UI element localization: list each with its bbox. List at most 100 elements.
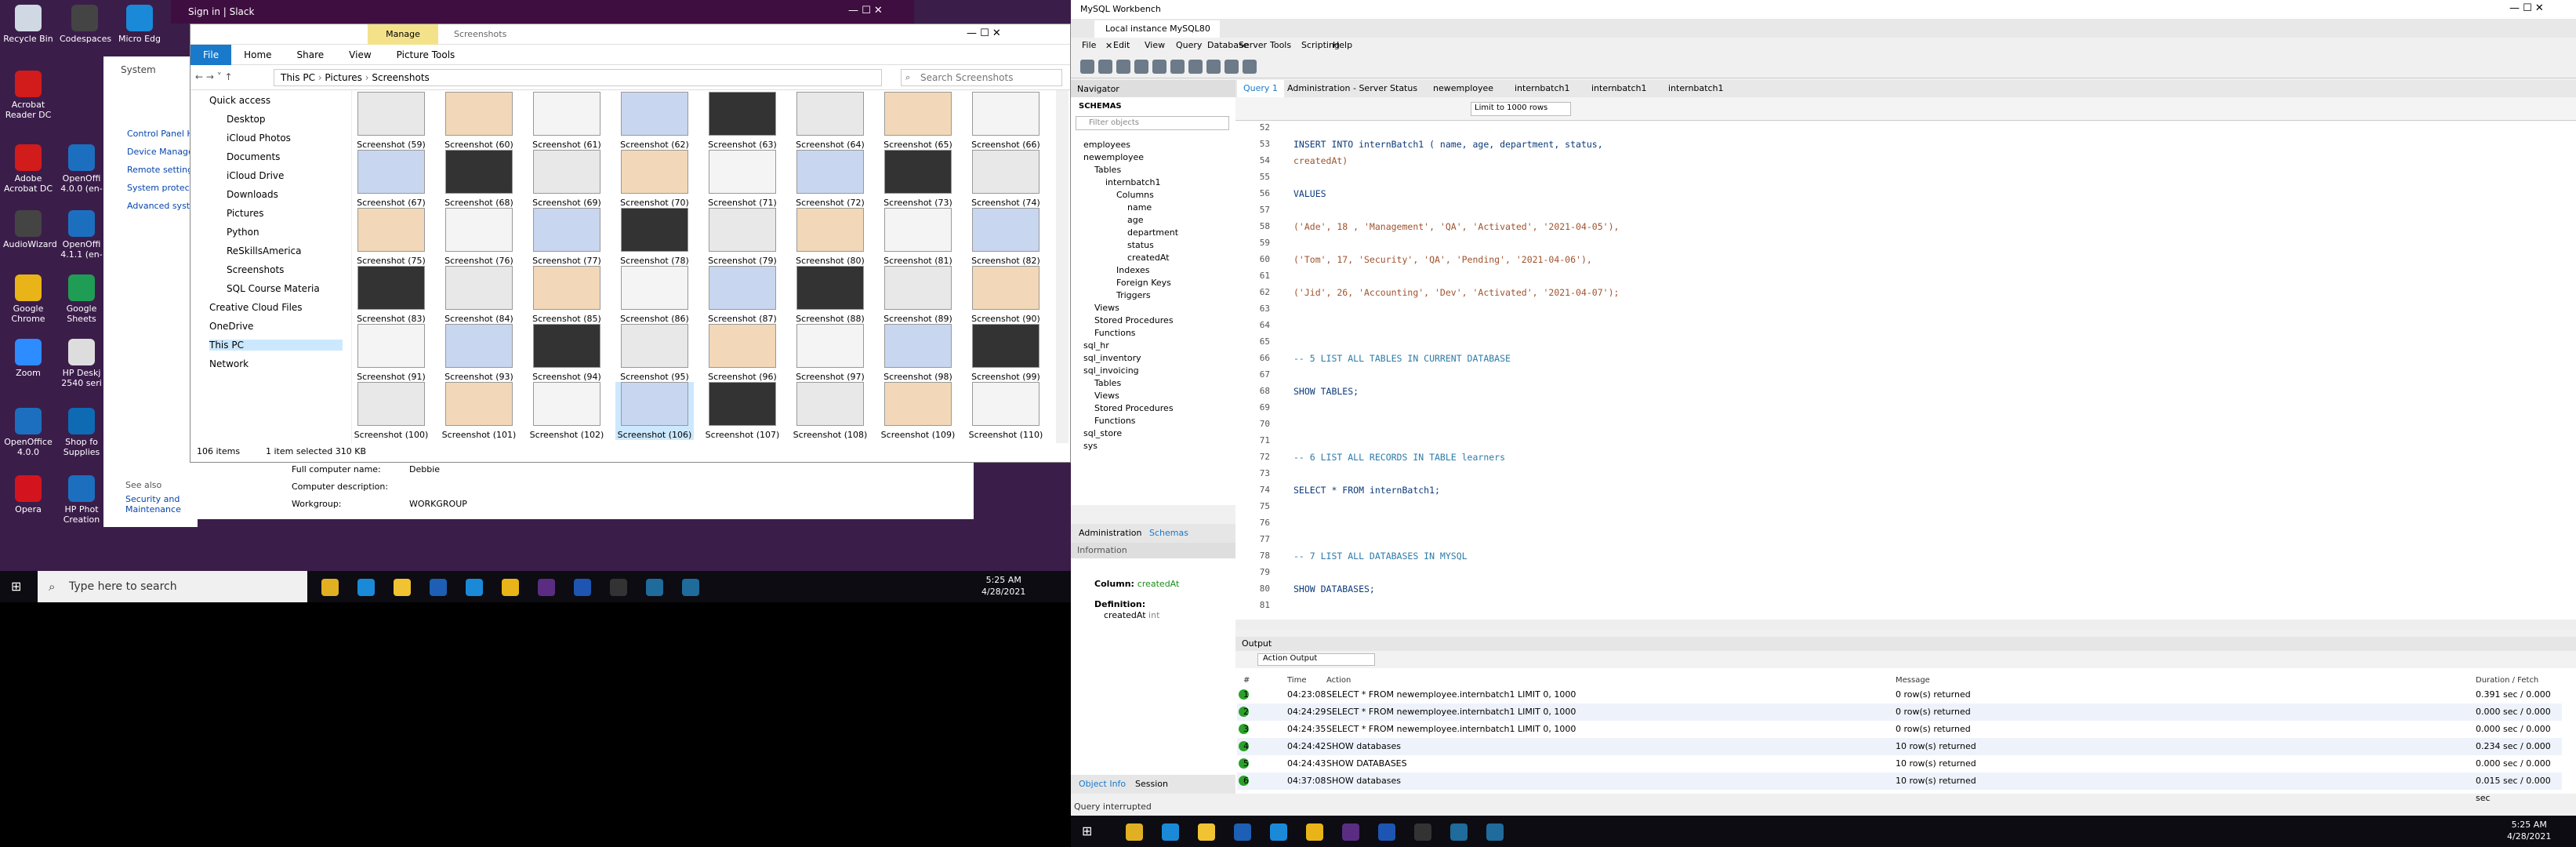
- thumbnail-item[interactable]: Screenshot (86): [615, 266, 694, 324]
- taskbar-app-icon[interactable]: [682, 579, 699, 596]
- thumbnail-item[interactable]: Screenshot (61): [528, 92, 606, 150]
- desktop-icon[interactable]: Acrobat Reader DC: [3, 71, 53, 120]
- thumbnail-item[interactable]: Screenshot (94): [528, 324, 606, 382]
- nav-item[interactable]: Documents: [227, 151, 280, 162]
- code-line[interactable]: ('Tom', 17, 'Security', 'QA', 'Pending',…: [1293, 254, 1592, 265]
- security-link[interactable]: Security and Maintenance: [125, 494, 198, 514]
- taskbar-app-icon[interactable]: [1162, 823, 1179, 841]
- thumbnail-item[interactable]: Screenshot (99): [967, 324, 1045, 382]
- code-line[interactable]: VALUES: [1293, 188, 1326, 199]
- query-tab[interactable]: Administration - Server Status: [1281, 80, 1424, 97]
- thumbnail-item[interactable]: Screenshot (78): [615, 208, 694, 266]
- thumbnail-item[interactable]: Screenshot (76): [440, 208, 518, 266]
- side-tab[interactable]: Schemas: [1149, 528, 1188, 538]
- toolbar-icon[interactable]: [1152, 60, 1166, 74]
- toolbar-icon[interactable]: [1116, 60, 1130, 74]
- nav-item[interactable]: ReSkillsAmerica: [227, 245, 302, 256]
- thumbnail-item[interactable]: Screenshot (63): [703, 92, 782, 150]
- schema-tree-item[interactable]: newemployee: [1083, 152, 1144, 162]
- thumbnail-item[interactable]: Screenshot (90): [967, 266, 1045, 324]
- schema-tree-item[interactable]: createdAt: [1127, 253, 1170, 263]
- taskbar-app-icon[interactable]: [1198, 823, 1215, 841]
- thumbnail-item[interactable]: Screenshot (81): [879, 208, 957, 266]
- thumbnail-item[interactable]: Screenshot (66): [967, 92, 1045, 150]
- output-row[interactable]: 3 04:24:35 SELECT * FROM newemployee.inter…: [1237, 721, 2562, 751]
- menu-server[interactable]: Server: [1239, 40, 1267, 50]
- schema-tree-item[interactable]: sql_hr: [1083, 340, 1109, 351]
- thumbnail-item[interactable]: Screenshot (101): [440, 382, 518, 440]
- menu-view[interactable]: View: [1145, 40, 1165, 50]
- address-bar[interactable]: This PC › Pictures › Screenshots: [274, 69, 882, 86]
- thumbnail-item[interactable]: Screenshot (102): [528, 382, 606, 440]
- taskbar-app-icon[interactable]: [1126, 823, 1143, 841]
- system-link[interactable]: Remote setting: [127, 165, 193, 175]
- nav-item[interactable]: Downloads: [227, 189, 278, 200]
- query-tab[interactable]: newemployee: [1427, 80, 1500, 97]
- clock-right[interactable]: 5:25 AM 4/28/2021: [2507, 819, 2551, 842]
- schema-tree-item[interactable]: status: [1127, 240, 1154, 250]
- nav-item[interactable]: SQL Course Materia: [227, 283, 320, 294]
- code-line[interactable]: ('Ade', 18 , 'Management', 'QA', 'Activa…: [1293, 221, 1619, 232]
- output-row[interactable]: 4 04:24:42 SHOW databases 10 row(s) returne…: [1237, 738, 2562, 769]
- code-line[interactable]: INSERT INTO internBatch1 ( name, age, de…: [1293, 139, 1603, 150]
- thumbnail-item[interactable]: Screenshot (60): [440, 92, 518, 150]
- desktop-icon[interactable]: Adobe Acrobat DC: [3, 144, 53, 194]
- schema-tree-item[interactable]: Functions: [1094, 328, 1136, 338]
- toolbar-icon[interactable]: [1170, 60, 1185, 74]
- desktop-icon[interactable]: OpenOffi 4.0.0 (en-: [56, 144, 107, 194]
- desktop-icon[interactable]: Shop fo Supplies: [56, 408, 107, 457]
- nav-item[interactable]: Pictures: [227, 208, 264, 219]
- breadcrumb-item[interactable]: This PC: [281, 72, 315, 83]
- taskbar-app-icon[interactable]: [646, 579, 663, 596]
- schema-tree-item[interactable]: employees: [1083, 140, 1130, 150]
- menu-help[interactable]: Help: [1333, 40, 1352, 50]
- thumbnail-item[interactable]: Screenshot (79): [703, 208, 782, 266]
- window-controls[interactable]: — ☐ ✕: [967, 27, 1001, 39]
- limit-select[interactable]: Limit to 1000 rows: [1471, 102, 1571, 116]
- schema-tree-item[interactable]: Columns: [1116, 190, 1154, 200]
- breadcrumb-item[interactable]: Pictures: [325, 72, 362, 83]
- nav-item[interactable]: This PC: [209, 340, 343, 351]
- system-link[interactable]: Advanced syst: [127, 201, 190, 211]
- taskbar-app-icon[interactable]: [1378, 823, 1395, 841]
- action-output-select[interactable]: Action Output: [1257, 653, 1375, 666]
- filter-input[interactable]: Filter objects: [1076, 116, 1229, 130]
- nav-item[interactable]: Quick access: [209, 95, 270, 106]
- menu-tools[interactable]: Tools: [1270, 40, 1291, 50]
- side-tab[interactable]: Administration: [1079, 528, 1142, 538]
- thumbnail-item[interactable]: Screenshot (95): [615, 324, 694, 382]
- system-link[interactable]: System protecti: [127, 183, 195, 193]
- toolbar-icon[interactable]: [1206, 60, 1221, 74]
- thumbnail-item[interactable]: Screenshot (98): [879, 324, 957, 382]
- schema-tree-item[interactable]: Tables: [1094, 378, 1121, 388]
- desktop-icon[interactable]: Google Sheets: [56, 274, 107, 324]
- ribbon-tab-file[interactable]: File: [190, 45, 232, 65]
- thumbnail-item[interactable]: Screenshot (72): [791, 150, 869, 208]
- menu-edit[interactable]: Edit: [1113, 40, 1130, 50]
- sql-editor[interactable]: [1235, 121, 2576, 620]
- code-line[interactable]: -- 6 LIST ALL RECORDS IN TABLE learners: [1293, 452, 1505, 463]
- search-input[interactable]: Search Screenshots: [901, 69, 1062, 86]
- thumbnail-item[interactable]: Screenshot (65): [879, 92, 957, 150]
- schema-tree-item[interactable]: Views: [1094, 391, 1119, 401]
- nav-item[interactable]: Desktop: [227, 114, 266, 125]
- schema-tree-item[interactable]: internbatch1: [1105, 177, 1160, 187]
- thumbnail-item[interactable]: Screenshot (91): [352, 324, 430, 382]
- schema-tree-item[interactable]: Stored Procedures: [1094, 315, 1174, 325]
- desktop-icon[interactable]: Codespaces: [60, 5, 111, 44]
- taskbar-app-icon[interactable]: [1414, 823, 1431, 841]
- taskbar-app-icon[interactable]: [1306, 823, 1323, 841]
- schema-tree-item[interactable]: Tables: [1094, 165, 1121, 175]
- desktop-icon[interactable]: Recycle Bin: [3, 5, 53, 44]
- schema-tree-item[interactable]: Functions: [1094, 416, 1136, 426]
- menu-query[interactable]: Query: [1176, 40, 1202, 50]
- query-tab[interactable]: Query 1: [1237, 80, 1284, 97]
- schema-tree-item[interactable]: sql_store: [1083, 428, 1122, 438]
- taskbar-app-icon[interactable]: [321, 579, 339, 596]
- taskbar-app-icon[interactable]: [430, 579, 447, 596]
- schema-tree-item[interactable]: Views: [1094, 303, 1119, 313]
- thumbnail-item[interactable]: Screenshot (83): [352, 266, 430, 324]
- ribbon-tab-home[interactable]: Home: [231, 45, 284, 65]
- thumbnail-item[interactable]: Screenshot (70): [615, 150, 694, 208]
- code-line[interactable]: SELECT * FROM internBatch1;: [1293, 485, 1440, 496]
